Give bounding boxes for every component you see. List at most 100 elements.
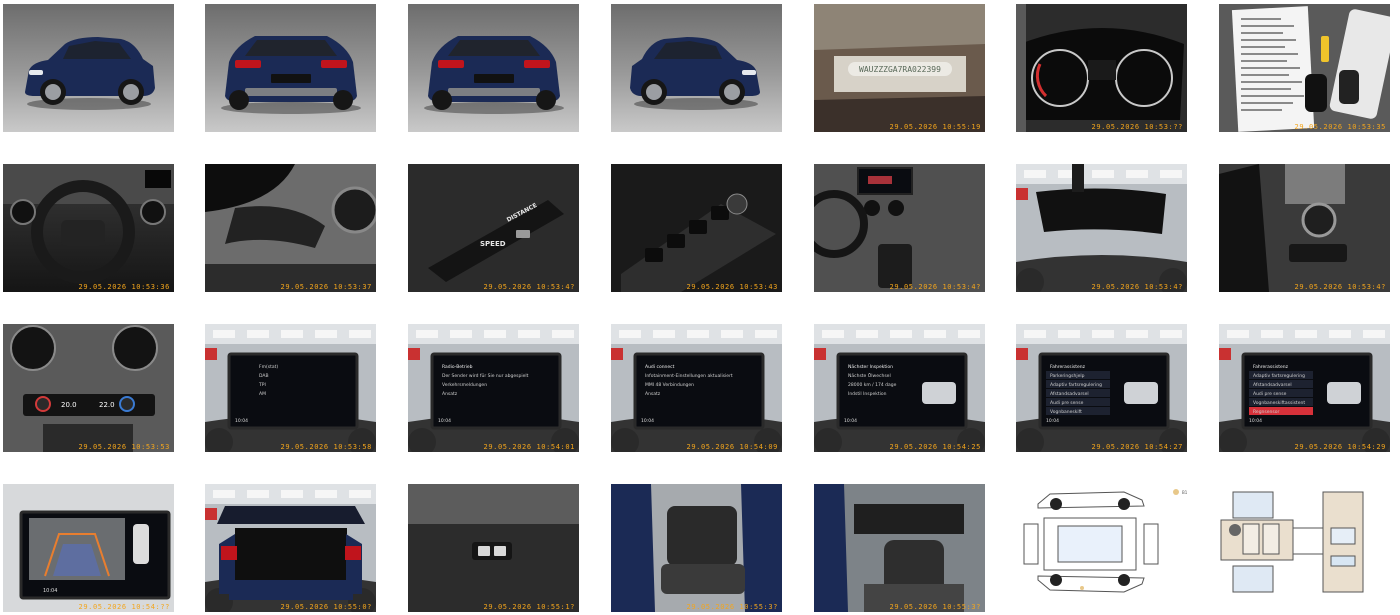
screen-time: 10:04 [641, 418, 654, 424]
screen-line: Fahrerassistenz [1050, 364, 1086, 370]
photo-thumbnail-mmi-assist-2[interactable]: Fahrerassistenz Adaptiv fartsregulering Af… [1219, 324, 1390, 452]
photo-thumbnail-vin-plate[interactable]: WAUZZZGA7RA022399 29.05.2026 10:55:19 [814, 4, 985, 132]
front-seats-image [814, 484, 985, 612]
photo-thumbnail-exterior-rear-right[interactable] [408, 4, 579, 132]
photo-thumbnail-door-switches[interactable]: 29.05.2026 10:53:43 [611, 164, 782, 292]
photo-timestamp: 29.05.2026 10:53:58 [280, 443, 372, 451]
photo-timestamp: 29.05.2026 10:53:37 [280, 283, 372, 291]
door-switches-image [611, 164, 782, 292]
photo-thumbnail-mmi-radio[interactable]: Radio-Betrieb Der Sender wird für Sie nur… [408, 324, 579, 452]
climate-panel-image: 20.0 22.0 [3, 324, 174, 452]
exterior-front-right-image [630, 37, 760, 110]
photo-timestamp: 29.05.2026 10:53:?? [1091, 123, 1183, 131]
trunk-switch-image [408, 484, 579, 612]
photo-timestamp: 29.05.2026 10:54:25 [889, 443, 981, 451]
legend-label: B1 [1182, 490, 1187, 495]
screen-line: Regnsensor [1253, 409, 1279, 415]
photo-timestamp: 29.05.2026 10:53:4? [889, 283, 981, 291]
cluster-side-image [205, 164, 376, 292]
screen-line: Indstil Inspektion [848, 391, 887, 397]
trunk-open-image [205, 484, 376, 612]
screen-line: 28000 km / 174 dage [848, 382, 897, 388]
screen-line: TPI [258, 382, 266, 388]
photo-timestamp: 29.05.2026 10:54:?? [78, 603, 170, 611]
photo-thumbnail-rear-seats[interactable]: 29.05.2026 10:55:3? [611, 484, 782, 612]
photo-timestamp: 29.05.2026 10:55:1? [483, 603, 575, 611]
photo-thumbnail-exterior-front-left[interactable] [3, 4, 174, 132]
documents-and-keys-image [1219, 4, 1390, 132]
mmi-controller-image [1219, 164, 1390, 292]
rear-camera-image: 10:04 [3, 484, 174, 612]
screen-line: Nächster Inspektion [848, 364, 893, 370]
photo-thumbnail-climate-panel[interactable]: 20.0 22.0 29.05.2026 10:53:53 [3, 324, 174, 452]
screen-line: Der Sender wird für Sie nur abgespielt [442, 373, 529, 379]
screen-line: Audi pre sense [1050, 400, 1084, 406]
screen-time: 10:04 [1046, 418, 1059, 424]
screen-time: 10:04 [43, 588, 57, 594]
center-console-image [814, 164, 985, 292]
photo-thumbnail-damage-diagram-interior[interactable] [1219, 484, 1390, 612]
photo-thumbnail-trunk-open[interactable]: 29.05.2026 10:55:0? [205, 484, 376, 612]
photo-thumbnail-mmi-home[interactable]: Fm(stat) DAB TPI AM 10:04 29.05.2026 10:53:58 [205, 324, 376, 452]
photo-gallery: WAUZZZGA7RA022399 29.05.2026 10:55:19 29.0… [0, 0, 1400, 615]
photo-thumbnail-steering-wheel[interactable]: 29.05.2026 10:53:36 [3, 164, 174, 292]
vin-text: WAUZZZGA7RA022399 [859, 65, 941, 74]
photo-timestamp: 29.05.2026 10:53:4? [483, 283, 575, 291]
photo-thumbnail-front-seats[interactable]: 29.05.2026 10:55:3? [814, 484, 985, 612]
screen-line: Fahrerassistenz [1253, 364, 1289, 370]
photo-timestamp: 29.05.2026 10:54:09 [686, 443, 778, 451]
mmi-service-image: Nächster Inspektion Nächste Ölwechsel 2800… [814, 324, 985, 452]
photo-thumbnail-mmi-controller[interactable]: 29.05.2026 10:53:4? [1219, 164, 1390, 292]
screen-line: Audi pre sense [1253, 391, 1287, 397]
photo-thumbnail-exterior-rear-left[interactable] [205, 4, 376, 132]
rear-seats-image [611, 484, 782, 612]
exterior-front-left-image [25, 37, 155, 110]
screen-line: DAB [259, 373, 269, 379]
photo-thumbnail-rear-mirror[interactable]: 29.05.2026 10:53:4? [1016, 164, 1187, 292]
steering-wheel-image [3, 164, 174, 284]
photo-timestamp: 29.05.2026 10:53:4? [1294, 283, 1386, 291]
screen-time: 10:04 [844, 418, 857, 424]
screen-line: Vognbaneskiftassistent [1253, 400, 1305, 406]
photo-thumbnail-mmi-service[interactable]: Nächster Inspektion Nächste Ölwechsel 2800… [814, 324, 985, 452]
screen-line: Ansatz [645, 391, 661, 397]
photo-timestamp: 29.05.2026 10:53:35 [1294, 123, 1386, 131]
photo-timestamp: 29.05.2026 10:53:4? [1091, 283, 1183, 291]
vin-plate-image: WAUZZZGA7RA022399 [814, 4, 985, 132]
photo-thumbnail-cruise-control-stalk[interactable]: SPEED DISTANCE 29.05.2026 10:53:4? [408, 164, 579, 292]
screen-time: 10:04 [438, 418, 451, 424]
screen-line: Ansatz [442, 391, 458, 397]
left-temp: 20.0 [61, 401, 77, 409]
instrument-cluster-image [1016, 4, 1187, 132]
screen-line: Adaptiv fartsregulering [1253, 373, 1305, 379]
photo-thumbnail-trunk-switch[interactable]: 29.05.2026 10:55:1? [408, 484, 579, 612]
photo-timestamp: 29.05.2026 10:53:43 [686, 283, 778, 291]
mmi-assist-1-image: Fahrerassistenz Parkeringshjelp Adaptiv fa… [1016, 324, 1187, 452]
photo-thumbnail-exterior-front-right[interactable] [611, 4, 782, 132]
screen-line: Parkeringshjelp [1050, 373, 1085, 379]
photo-thumbnail-instrument-cluster[interactable]: 29.05.2026 10:53:?? [1016, 4, 1187, 132]
photo-timestamp: 29.05.2026 10:55:19 [889, 123, 981, 131]
photo-thumbnail-mmi-assist-1[interactable]: Fahrerassistenz Parkeringshjelp Adaptiv fa… [1016, 324, 1187, 452]
mmi-message-image: Audi connect Infotainment-Einstellungen a… [611, 324, 782, 452]
photo-thumbnail-mmi-message[interactable]: Audi connect Infotainment-Einstellungen a… [611, 324, 782, 452]
photo-thumbnail-center-console[interactable]: 29.05.2026 10:53:4? [814, 164, 985, 292]
speed-label: SPEED [480, 240, 506, 248]
exterior-rear-left-image [221, 36, 361, 114]
mmi-home-image: Fm(stat) DAB TPI AM 10:04 [205, 324, 376, 452]
photo-timestamp: 29.05.2026 10:55:3? [889, 603, 981, 611]
photo-timestamp: 29.05.2026 10:53:53 [78, 443, 170, 451]
cruise-control-stalk-image: SPEEDDISTANCE [408, 164, 579, 292]
mmi-radio-image: Radio-Betrieb Der Sender wird für Sie nur… [408, 324, 579, 452]
photo-timestamp: 29.05.2026 10:55:3? [686, 603, 778, 611]
photo-thumbnail-documents-and-keys[interactable]: 29.05.2026 10:53:35 [1219, 4, 1390, 132]
damage-diagram-exterior-image: B1 [1023, 489, 1187, 593]
screen-time: 10:04 [1249, 418, 1262, 424]
photo-thumbnail-rear-camera[interactable]: 10:04 29.05.2026 10:54:?? [3, 484, 174, 612]
photo-thumbnail-cluster-side[interactable]: 29.05.2026 10:53:37 [205, 164, 376, 292]
screen-line: Infotainment-Einstellungen aktualisiert [645, 373, 733, 379]
exterior-rear-right-image [424, 36, 564, 114]
photo-timestamp: 29.05.2026 10:54:01 [483, 443, 575, 451]
photo-thumbnail-damage-diagram-exterior[interactable]: B1 [1016, 484, 1187, 612]
screen-line: Verkehrsmeldungen [442, 382, 487, 388]
